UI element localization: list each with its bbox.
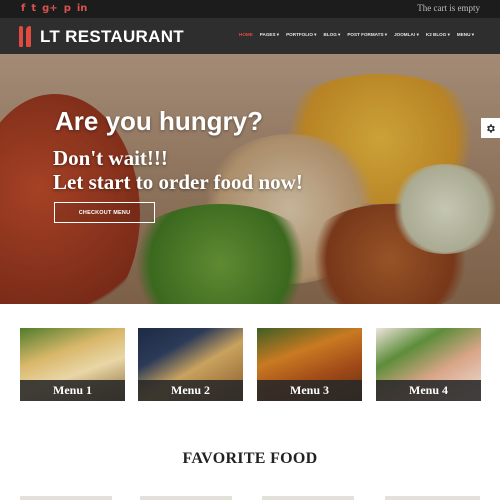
nav-item-pages[interactable]: PAGES ▾ — [260, 32, 279, 38]
food-item-preview — [140, 496, 232, 500]
menu-card-1[interactable]: Menu 1 — [20, 328, 125, 401]
twitter-icon[interactable]: t — [31, 3, 36, 15]
fork-knife-icon — [18, 26, 32, 47]
food-item-preview — [385, 496, 480, 500]
hero-banner: Are you hungry? Don't wait!!! Let start … — [0, 54, 500, 304]
main-nav: HOME PAGES ▾ PORTFOLIO ▾ BLOG ▾ POST FOR… — [239, 32, 474, 38]
section-title: FAVORITE FOOD — [182, 450, 318, 467]
hero-line-1: Don't wait!!! — [53, 146, 168, 170]
hero-line-2: Let start to order food now! — [53, 170, 303, 194]
site-logo-text: LT RESTAURANT — [40, 26, 184, 46]
menu-card-label: Menu 4 — [409, 383, 448, 397]
nav-item-post-formats[interactable]: POST FORMATS ▾ — [347, 32, 387, 38]
nav-item-home[interactable]: HOME — [239, 32, 253, 38]
pinterest-icon[interactable]: p — [64, 3, 71, 15]
food-item-preview — [262, 496, 354, 500]
site-logo[interactable]: LT RESTAURANT — [18, 26, 184, 47]
hero-headline: Are you hungry? — [55, 106, 264, 136]
nav-item-blog[interactable]: BLOG ▾ — [324, 32, 341, 38]
site-header: LT RESTAURANT HOME PAGES ▾ PORTFOLIO ▾ B… — [0, 18, 500, 54]
social-links: f t g+ p in — [21, 3, 87, 15]
settings-gear-button[interactable] — [481, 118, 500, 138]
menu-cards: Menu 1 Menu 2 Menu 3 Menu 4 — [20, 328, 481, 401]
menu-card-4[interactable]: Menu 4 — [376, 328, 481, 401]
nav-item-menu[interactable]: MENU ▾ — [457, 32, 474, 38]
facebook-icon[interactable]: f — [21, 3, 25, 15]
nav-item-portfolio[interactable]: PORTFOLIO ▾ — [286, 32, 316, 38]
gear-icon — [487, 123, 495, 133]
menu-card-label: Menu 2 — [171, 383, 210, 397]
linkedin-icon[interactable]: in — [77, 3, 88, 15]
nav-item-joomla[interactable]: JOOMLA! ▾ — [394, 32, 419, 38]
checkout-menu-button[interactable]: CHECKOUT MENU — [54, 202, 155, 223]
cart-status[interactable]: The cart is empty — [417, 3, 480, 13]
google-plus-icon[interactable]: g+ — [42, 3, 58, 15]
food-item-preview — [20, 496, 112, 500]
menu-card-2[interactable]: Menu 2 — [138, 328, 243, 401]
top-bar: f t g+ p in The cart is empty — [0, 0, 500, 18]
menu-card-label: Menu 3 — [290, 383, 329, 397]
nav-item-k2-blog[interactable]: K2 BLOG ▾ — [426, 32, 450, 38]
menu-card-label: Menu 1 — [53, 383, 92, 397]
menu-card-3[interactable]: Menu 3 — [257, 328, 362, 401]
